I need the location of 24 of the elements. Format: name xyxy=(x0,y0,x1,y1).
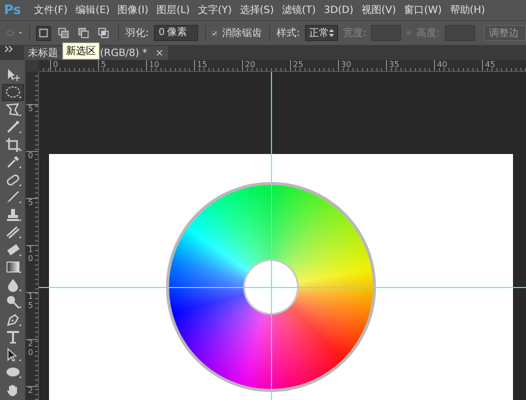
document-mode: (RGB/8) * xyxy=(100,48,148,58)
ruler-label: 20 xyxy=(28,340,34,358)
ruler-label: 40 xyxy=(437,60,448,69)
ruler-label: 45 xyxy=(485,60,496,69)
ruler-label: 30 xyxy=(341,60,352,69)
ruler-label: 0 xyxy=(53,60,58,69)
ruler-label: 25 xyxy=(293,60,304,69)
ruler-label: 35 xyxy=(389,60,400,69)
ruler-label: 10 xyxy=(149,60,160,69)
ruler-label: 0 xyxy=(28,152,34,161)
style-label: 样式: xyxy=(276,26,300,40)
app-logo: Ps xyxy=(4,2,22,18)
ruler-label: 5 xyxy=(101,60,106,69)
ruler-label: 20 xyxy=(245,60,256,69)
document-title: 未标题 xyxy=(28,46,58,60)
ruler-label: 10 xyxy=(28,246,34,264)
anti-alias-label: 消除锯齿 xyxy=(222,26,262,40)
ruler-label: 5 xyxy=(28,199,34,208)
feather-label: 羽化: xyxy=(125,27,149,40)
ruler-label: 15 xyxy=(28,293,34,311)
ruler-label: 15 xyxy=(197,60,208,69)
ruler-label: 5 xyxy=(28,105,34,114)
ruler-label: 2 xyxy=(28,387,34,396)
tooltip: 新选区 xyxy=(62,42,100,60)
